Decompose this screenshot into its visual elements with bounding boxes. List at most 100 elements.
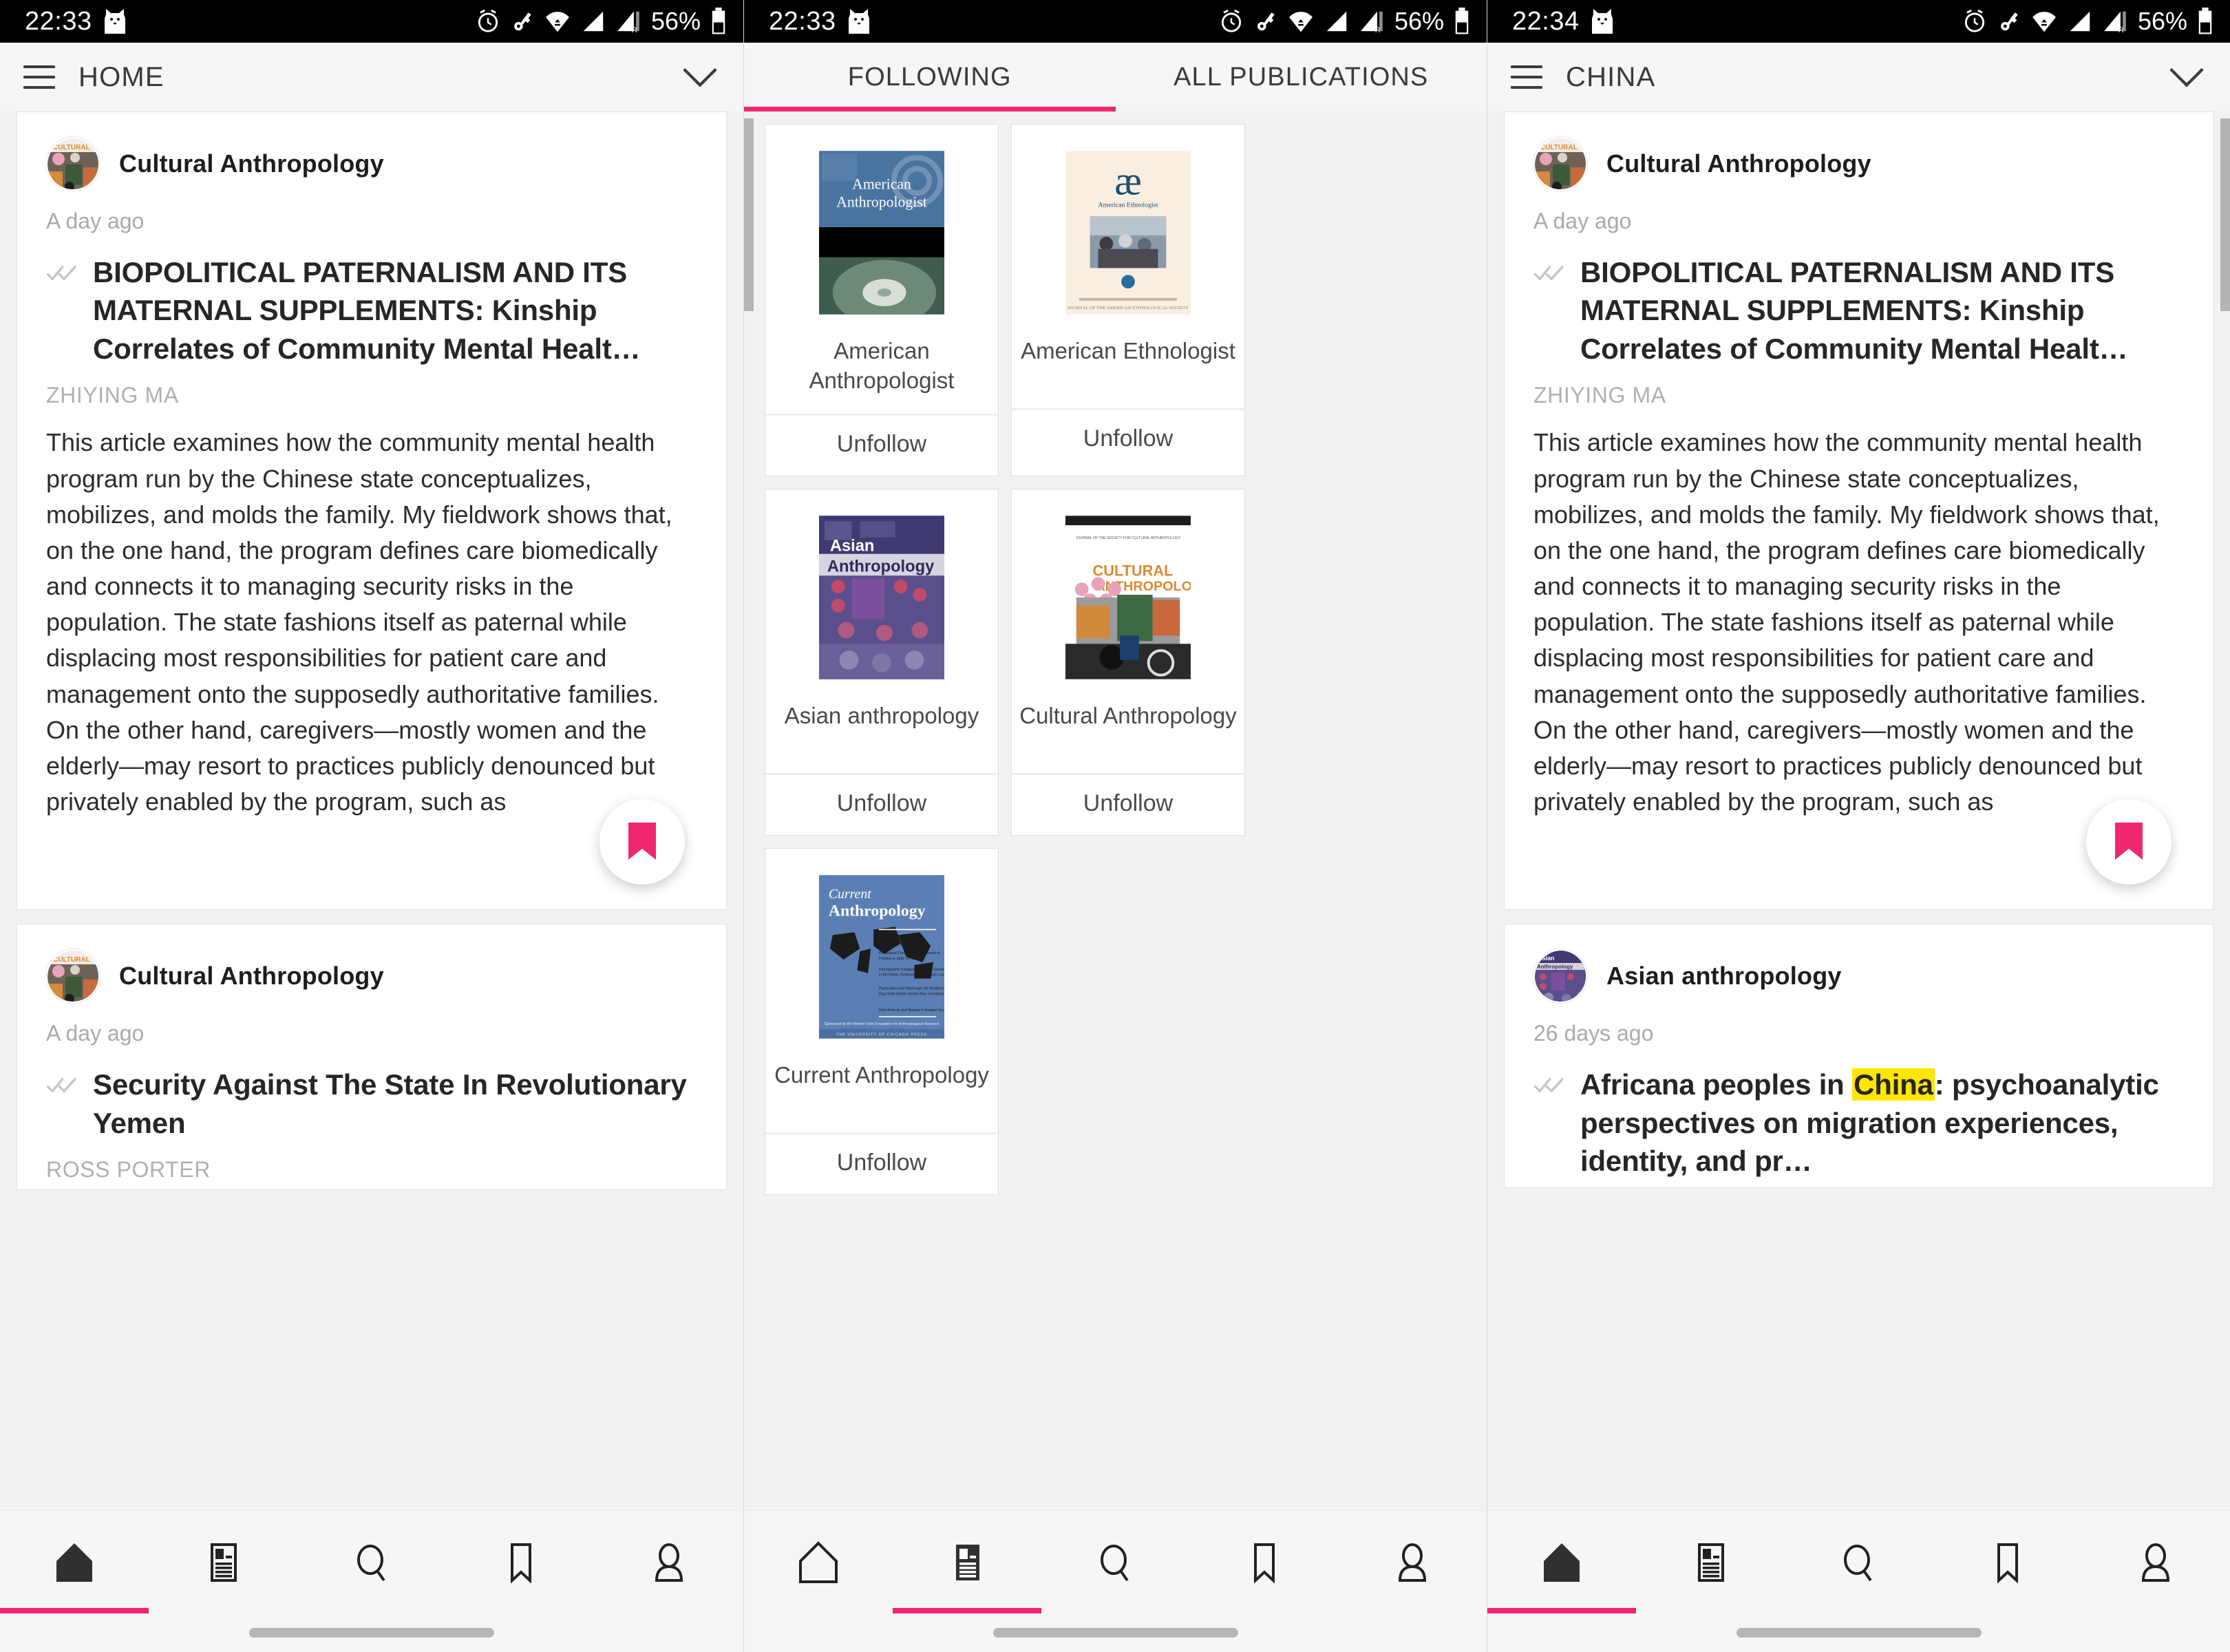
svg-text:JOURNAL OF THE SOCIETY FOR CUL: JOURNAL OF THE SOCIETY FOR CULTURAL ANTH… [1076, 536, 1181, 540]
article-card[interactable]: CULTURAL Cultural Anthropology A day ago… [17, 924, 727, 1191]
article-author: ZHIYING MA [46, 383, 179, 408]
signal-roaming-icon: R [615, 8, 641, 34]
alarm-icon [1962, 8, 1988, 34]
nav-home[interactable] [0, 1511, 149, 1613]
asian-anthropology-cover: Asian Anthropology [819, 516, 944, 679]
feed-scroll-area[interactable]: CULTURAL Cultural Anthropology A day ago… [1487, 112, 2230, 1510]
journal-card[interactable]: Current Anthropology IN THIS ISSUE Morality… [765, 847, 999, 1195]
status-time: 22:34 [1512, 6, 1580, 36]
battery-icon [710, 8, 727, 35]
title-row: Security Against The State In Revolution… [17, 1046, 726, 1142]
bookmark-fab-button[interactable] [599, 799, 685, 885]
newspaper-icon [1687, 1539, 1734, 1586]
unfollow-button[interactable]: Unfollow [765, 416, 998, 476]
battery-icon [1454, 8, 1470, 35]
title-row: BIOPOLITICAL PATERNALISM AND ITS MATERNA… [1505, 234, 2213, 368]
nav-bookmarks[interactable] [1189, 1511, 1338, 1613]
avatar: CULTURAL [46, 137, 100, 191]
publication-name: Asian anthropology [1606, 962, 1842, 991]
title-part-before: Africana peoples in [1580, 1068, 1853, 1101]
search-icon [1835, 1539, 1882, 1586]
signal-roaming-icon: R [1359, 8, 1385, 34]
feed-scroll-area[interactable]: CULTURAL Cultural Anthropology A day ago… [0, 112, 743, 1510]
chevron-down-icon[interactable] [2167, 63, 2207, 91]
nav-publications[interactable] [892, 1511, 1041, 1613]
nav-search[interactable] [297, 1511, 446, 1613]
battery-percent: 56% [1394, 7, 1444, 35]
timestamp: A day ago [1533, 209, 1632, 233]
article-card[interactable]: CULTURAL Cultural Anthropology A day ago… [17, 112, 727, 911]
journal-card[interactable]: Asian Anthropology Asian anthropology Unf… [765, 488, 999, 836]
key-icon [1997, 8, 2021, 34]
card-header: CULTURAL Cultural Anthropology [17, 112, 726, 191]
nav-home[interactable] [1487, 1511, 1636, 1613]
nav-bookmarks[interactable] [446, 1511, 595, 1613]
svg-text:Bayt-State Model and the Rise: Bayt-State Model and the Rise of Arabian [879, 992, 944, 996]
nav-publications[interactable] [1636, 1511, 1785, 1613]
journal-cover-wrap: American Anthropologist [765, 125, 998, 331]
battery-percent: 56% [650, 7, 701, 35]
article-title: BIOPOLITICAL PATERNALISM AND ITS MATERNA… [93, 256, 641, 365]
article-card[interactable]: Asian Anthropology Asian anthropology 26 … [1504, 924, 2213, 1188]
gesture-bar [744, 1613, 1487, 1652]
american-ethnologist-cover: æAmerican Ethnologist JOURNAL OF THE AMER… [1065, 151, 1191, 315]
cat-icon [103, 8, 127, 35]
scrollbar[interactable] [744, 118, 754, 311]
nav-profile[interactable] [595, 1511, 743, 1613]
svg-text:Herd Animals and Markets in An: Herd Animals and Markets in Andean South… [879, 1008, 944, 1013]
nav-home[interactable] [744, 1511, 893, 1613]
svg-text:Pastoralism and Pilgrimage: Ib: Pastoralism and Pilgrimage: Ibn Khaldun'… [879, 986, 944, 991]
avatar: CULTURAL [46, 949, 100, 1004]
profile-icon [646, 1539, 692, 1586]
key-icon [511, 8, 534, 34]
american-anthropologist-cover: AmericanAnthropologist [819, 151, 944, 315]
article-card[interactable]: CULTURAL Cultural Anthropology A day ago… [1504, 112, 2213, 911]
journal-name: Cultural Anthropology [1019, 702, 1237, 728]
journal-card[interactable]: VOLUME 33 NUMBER 2 MAY 2018 JOURNAL OF TH… [1011, 488, 1245, 836]
svg-text:IN THIS ISSUE: IN THIS ISSUE [879, 935, 904, 939]
article-title: BIOPOLITICAL PATERNALISM AND ITS MATERNA… [1580, 256, 2128, 365]
publication-name: Cultural Anthropology [1606, 149, 1871, 178]
svg-text:CULTURAL: CULTURAL [53, 144, 90, 151]
publications-scroll-area[interactable]: American Anthropologist American Anthropo… [744, 112, 1487, 1510]
nav-bookmarks[interactable] [1933, 1511, 2081, 1613]
nav-search[interactable] [1041, 1511, 1190, 1613]
nav-profile[interactable] [1338, 1511, 1487, 1613]
unfollow-button[interactable]: Unfollow [1012, 410, 1244, 470]
svg-text:Anthropologist: Anthropologist [836, 193, 927, 210]
cultural-anthropology-cover: VOLUME 33 NUMBER 2 MAY 2018 JOURNAL OF TH… [1065, 516, 1191, 679]
cat-icon [847, 8, 871, 35]
key-icon [1254, 8, 1277, 34]
svg-text:Current: Current [829, 887, 871, 902]
tab-following[interactable]: FOLLOWING [744, 43, 1116, 112]
hamburger-icon[interactable] [1511, 65, 1542, 89]
nav-publications[interactable] [149, 1511, 297, 1613]
bookmark-icon [1984, 1539, 2030, 1586]
unfollow-button[interactable]: Unfollow [765, 1134, 998, 1194]
status-icons: R 56% [1218, 7, 1470, 36]
nav-profile[interactable] [2081, 1511, 2230, 1613]
home-icon [51, 1539, 98, 1586]
title-row: BIOPOLITICAL PATERNALISM AND ITS MATERNA… [17, 234, 726, 368]
article-excerpt: This article examines how the community … [1533, 428, 2160, 816]
journal-card[interactable]: American Anthropologist American Anthropo… [765, 124, 999, 476]
svg-text:American: American [852, 176, 911, 193]
unfollow-button[interactable]: Unfollow [1012, 775, 1244, 835]
status-icons: R 56% [1962, 7, 2213, 36]
gesture-bar [0, 1613, 743, 1652]
bookmark-fab-button[interactable] [2086, 799, 2171, 885]
nav-search[interactable] [1785, 1511, 1933, 1613]
scrollbar[interactable] [2220, 118, 2230, 311]
chevron-down-icon[interactable] [680, 63, 720, 91]
unfollow-button[interactable]: Unfollow [765, 775, 998, 835]
tab-all-publications[interactable]: ALL PUBLICATIONS [1116, 43, 1487, 112]
journal-cover-wrap: Asian Anthropology [765, 489, 998, 696]
alarm-icon [475, 8, 501, 34]
hamburger-icon[interactable] [23, 65, 55, 89]
wifi-icon [544, 8, 571, 34]
newspaper-icon [944, 1539, 990, 1586]
svg-text:Morality as a Kind of System?: Morality as a Kind of System? [879, 943, 926, 947]
status-bar: 22:33 R 56% [0, 0, 743, 43]
signal-icon [1324, 8, 1349, 34]
journal-card[interactable]: æ American Ethnologist JOURNAL OF THE AMER… [1011, 124, 1245, 476]
